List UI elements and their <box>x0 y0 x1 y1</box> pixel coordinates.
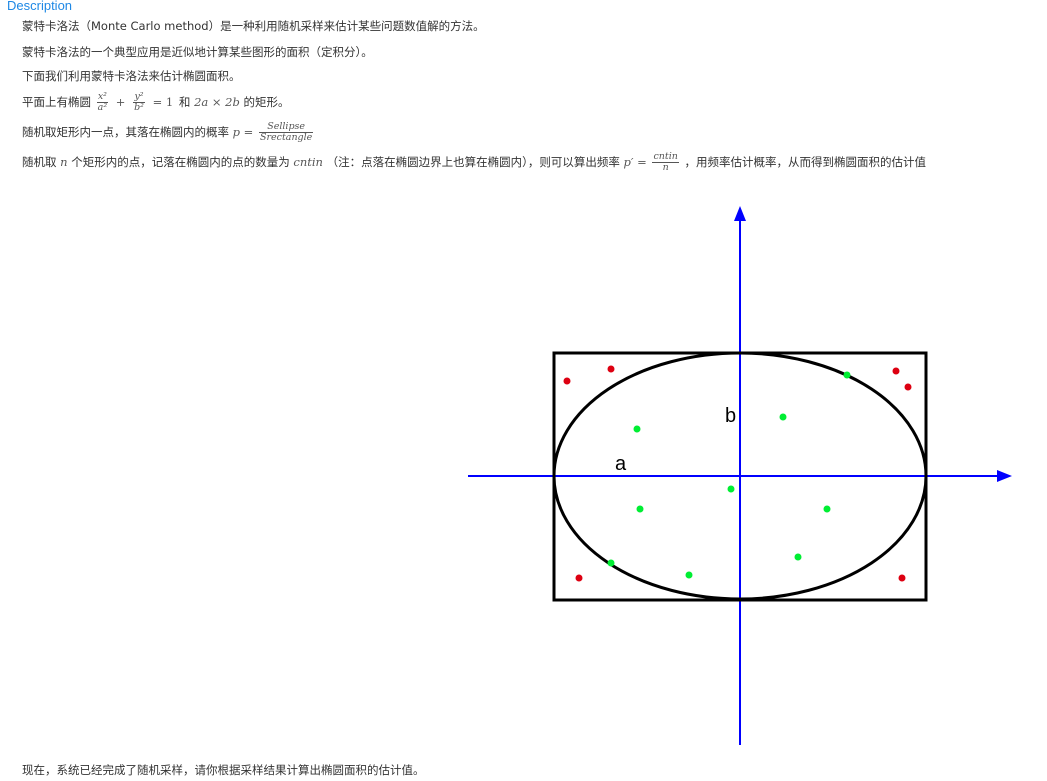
ellipse-equation-paragraph: 平面上有椭圆 x² a² + y² b² = 1 和 2a × 2b 的矩形。 <box>22 92 290 113</box>
sample-point-inside <box>607 559 615 567</box>
x-axis-arrow <box>997 470 1012 482</box>
fraction-y: y² b² <box>133 92 145 113</box>
sample-point-outside <box>563 377 571 385</box>
sample-point-outside <box>607 365 615 373</box>
footer-instruction: 现在，系统已经完成了随机采样，请你根据采样结果计算出椭圆面积的估计值。 <box>22 763 425 777</box>
frequency-text-3: （注：点落在椭圆边界上也算在椭圆内），则可以算出频率 <box>326 155 620 169</box>
n-symbol: n <box>60 155 68 169</box>
description-heading: Description <box>7 0 73 13</box>
frequency-text-1: 随机取 <box>22 155 57 169</box>
plus-sign: + <box>115 95 126 109</box>
y-axis-arrow <box>734 206 746 221</box>
probability-paragraph: 随机取矩形内一点，其落在椭圆内的概率 p = Sellipse Srectang… <box>22 122 315 143</box>
fraction-x-denominator: a² <box>97 102 108 113</box>
frequency-denominator: n <box>662 162 669 173</box>
fraction-y-denominator: b² <box>134 102 144 113</box>
ellipse-intro-paragraph: 下面我们利用蒙特卡洛法来估计椭圆面积。 <box>22 69 241 83</box>
sample-point-inside <box>823 505 831 513</box>
ellipse-text-1: 平面上有椭圆 <box>22 95 91 109</box>
label-a: a <box>615 453 627 475</box>
intro-paragraph: 蒙特卡洛法（Monte Carlo method）是一种利用随机采样来估计某些问… <box>22 19 485 33</box>
cnt-in-symbol: cntin <box>293 155 323 169</box>
sample-point-inside <box>794 553 802 561</box>
fraction-x: x² a² <box>96 92 109 113</box>
probability-fraction: Sellipse Srectangle <box>258 122 314 143</box>
sample-point-inside <box>636 505 644 513</box>
sample-point-outside <box>892 367 900 375</box>
probability-text: 随机取矩形内一点，其落在椭圆内的概率 <box>22 125 229 139</box>
rectangle-dimensions: 2a × 2b <box>194 95 240 109</box>
label-b: b <box>725 405 736 427</box>
frequency-text-2: 个矩形内的点，记落在椭圆内的点的数量为 <box>71 155 290 169</box>
probability-lhs: p = <box>232 125 254 139</box>
sample-point-inside <box>843 371 851 379</box>
sample-point-outside <box>575 574 583 582</box>
monte-carlo-figure: a b <box>468 206 1012 745</box>
equals-one: = 1 <box>152 95 174 109</box>
ellipse-text-2: 和 <box>178 95 191 109</box>
sample-point-inside <box>685 571 693 579</box>
sample-point-inside <box>779 413 787 421</box>
sample-point-inside <box>727 485 735 493</box>
sample-point-outside <box>898 574 906 582</box>
sample-point-outside <box>904 383 912 391</box>
application-paragraph: 蒙特卡洛法的一个典型应用是近似地计算某些图形的面积（定积分）。 <box>22 45 373 59</box>
ellipse-text-3: 的矩形。 <box>243 95 290 109</box>
frequency-fraction: cntin n <box>652 152 679 173</box>
frequency-text-4: ，用频率估计概率，从而得到椭圆面积的估计值 <box>684 155 927 169</box>
probability-denominator: Srectangle <box>259 132 313 143</box>
frequency-lhs: p′ = <box>623 155 647 169</box>
frequency-paragraph: 随机取 n 个矩形内的点，记落在椭圆内的点的数量为 cntin （注：点落在椭圆… <box>22 152 926 173</box>
sample-point-inside <box>633 425 641 433</box>
